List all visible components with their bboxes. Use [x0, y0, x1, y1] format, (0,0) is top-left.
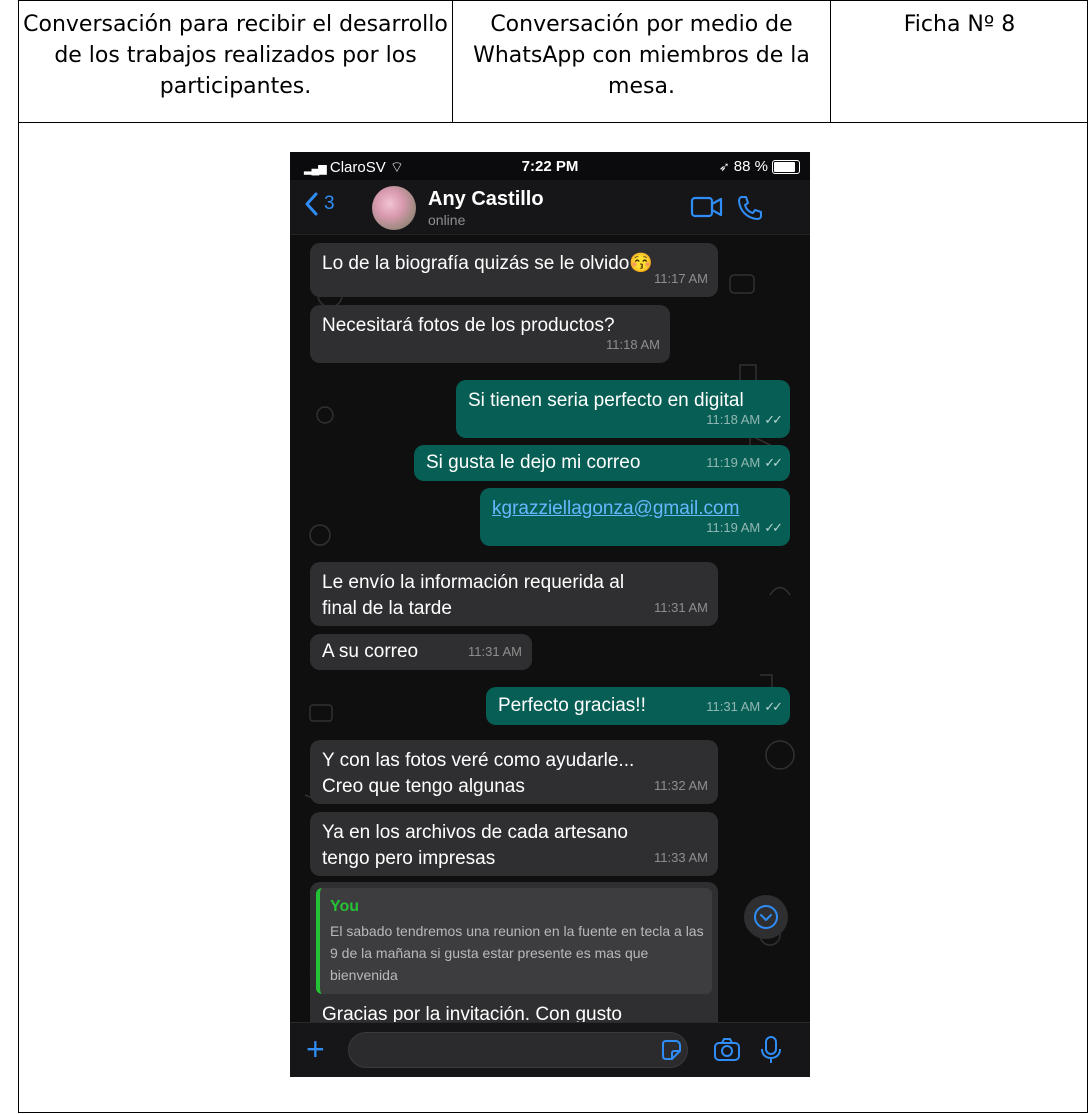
read-receipt-icon: ✓✓: [764, 412, 783, 427]
message-bubble-incoming[interactable]: A su correo 11:31 AM: [310, 634, 532, 670]
phone-call-icon[interactable]: [736, 194, 764, 222]
message-input[interactable]: [348, 1032, 688, 1068]
timestamp: 11:31 AM: [706, 699, 761, 714]
message-time: 11:18 AM ✓✓: [706, 407, 783, 433]
message-bubble-incoming[interactable]: Necesitará fotos de los productos? 11:18…: [310, 305, 670, 363]
video-call-icon[interactable]: [690, 194, 724, 220]
message-bubble-incoming[interactable]: Lo de la biografía quizás se le olvido😚 …: [310, 243, 718, 297]
status-bar: ▂▄▆ ClaroSV ⌔ 7:22 PM ➶ 88 %: [290, 152, 810, 180]
message-bubble-outgoing[interactable]: Si gusta le dejo mi correo 11:19 AM ✓✓: [414, 445, 790, 481]
message-time: 11:19 AM ✓✓: [706, 450, 783, 476]
timestamp: 11:31 AM: [468, 644, 522, 659]
chat-header: 3 Any Castillo online: [290, 180, 810, 235]
back-button[interactable]: 3: [304, 192, 335, 216]
read-receipt-icon: ✓✓: [764, 520, 783, 535]
chat-area[interactable]: Lo de la biografía quizás se le olvido😚 …: [290, 235, 810, 1022]
quote-author: You: [330, 898, 360, 915]
timestamp: 11:19 AM: [706, 455, 761, 470]
microphone-icon[interactable]: [760, 1035, 782, 1065]
read-receipt-icon: ✓✓: [764, 455, 783, 470]
message-time: 11:18 AM: [606, 332, 660, 358]
message-bubble-outgoing[interactable]: Si tienen seria perfecto en digital 11:1…: [456, 380, 790, 438]
message-time: 11:19 AM ✓✓: [706, 515, 783, 541]
battery-indicator: ➶ 88 %: [719, 158, 800, 175]
contact-name[interactable]: Any Castillo: [428, 188, 544, 211]
message-bubble-reply[interactable]: You El sabado tendremos una reunion en l…: [310, 882, 718, 1022]
timestamp: 11:18 AM: [706, 412, 761, 427]
message-bubble-outgoing[interactable]: Perfecto gracias!! 11:31 AM ✓✓: [486, 687, 790, 725]
message-time: 11:31 AM: [654, 595, 708, 621]
message-time: 11:33 AM: [654, 845, 708, 871]
message-bubble-incoming[interactable]: Ya en los archivos de cada artesano teng…: [310, 812, 718, 876]
scroll-down-button[interactable]: [744, 895, 788, 939]
camera-icon[interactable]: [713, 1037, 741, 1063]
contact-status: online: [428, 212, 466, 228]
timestamp: 11:17 AM: [654, 271, 708, 286]
contact-avatar[interactable]: [372, 186, 416, 230]
message-bubble-incoming[interactable]: Le envío la información requerida al fin…: [310, 562, 718, 626]
timestamp: 11:18 AM: [606, 337, 660, 352]
scroll-down-icon: [754, 905, 778, 929]
location-icon: ➶: [718, 158, 730, 174]
back-chevron-icon: [305, 192, 318, 216]
battery-icon: [772, 159, 800, 174]
message-time: 11:32 AM: [654, 773, 708, 799]
quote-text: El sabado tendremos una reunion en la fu…: [330, 923, 704, 983]
message-time: 11:31 AM ✓✓: [706, 694, 783, 720]
message-time: 11:31 AM: [468, 639, 522, 665]
unread-count: 3: [324, 193, 335, 214]
timestamp: 11:19 AM: [706, 520, 761, 535]
record-number-cell: Ficha Nº 8: [831, 1, 1088, 123]
message-time: 11:17 AM: [654, 266, 708, 292]
sticker-icon[interactable]: [660, 1039, 682, 1061]
message-bubble-outgoing[interactable]: kgrazziellagonza@gmail.com 11:19 AM ✓✓: [480, 488, 790, 546]
message-text: Gracias por la invitación. Con gusto: [322, 1004, 622, 1022]
timestamp: 11:33 AM: [654, 850, 708, 865]
description-cell: Conversación para recibir el desarrollo …: [19, 1, 453, 123]
method-cell: Conversación por medio de WhatsApp con m…: [453, 1, 831, 123]
plus-icon[interactable]: +: [306, 1033, 325, 1065]
whatsapp-screenshot: ▂▄▆ ClaroSV ⌔ 7:22 PM ➶ 88 % 3 Any Casti…: [290, 152, 810, 1077]
timestamp: 11:32 AM: [654, 778, 708, 793]
battery-percent: 88 %: [733, 158, 768, 175]
timestamp: 11:31 AM: [654, 600, 708, 615]
email-link[interactable]: kgrazziellagonza@gmail.com: [492, 498, 739, 519]
read-receipt-icon: ✓✓: [764, 699, 783, 714]
message-input-bar: +: [290, 1022, 810, 1077]
quoted-message[interactable]: You El sabado tendremos una reunion en l…: [316, 888, 712, 994]
message-bubble-incoming[interactable]: Y con las fotos veré como ayudarle... Cr…: [310, 740, 718, 804]
